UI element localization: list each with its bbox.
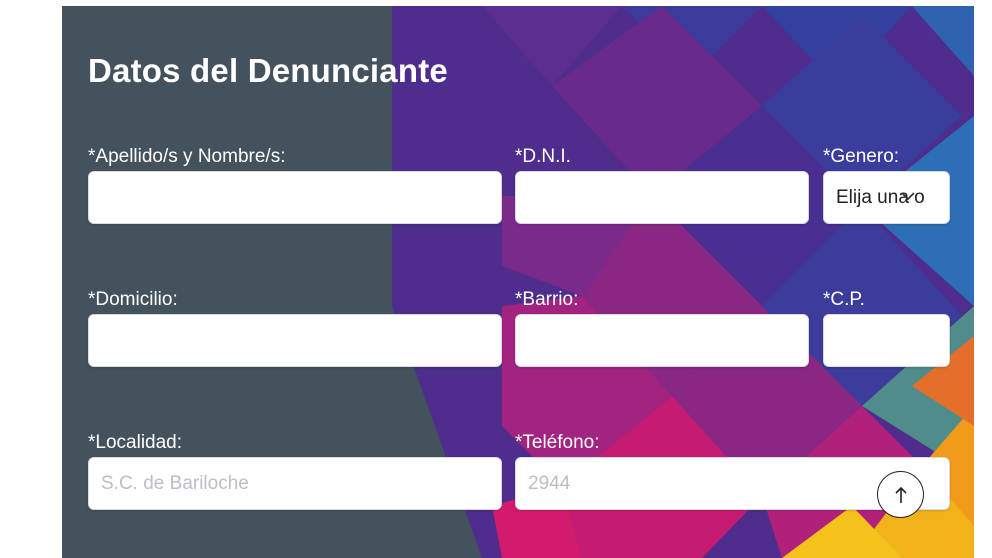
localidad-label: *Localidad: <box>88 432 183 453</box>
page-margin <box>974 0 992 558</box>
dni-label: *D.N.I. <box>515 146 571 167</box>
arrow-up-icon <box>894 486 907 503</box>
form-panel: Datos del Denunciante *Apellido/s y Nomb… <box>62 6 974 558</box>
apellido-input[interactable] <box>88 171 502 224</box>
chevron-down-icon <box>901 191 915 200</box>
genero-select[interactable]: Elija una o <box>823 171 950 224</box>
scroll-to-top-button[interactable] <box>877 471 924 518</box>
localidad-input[interactable]: S.C. de Bariloche <box>88 457 502 510</box>
cp-input[interactable] <box>823 314 950 367</box>
telefono-placeholder: 2944 <box>528 472 571 494</box>
localidad-placeholder: S.C. de Bariloche <box>101 472 249 494</box>
apellido-label: *Apellido/s y Nombre/s: <box>88 146 286 167</box>
barrio-label: *Barrio: <box>515 289 579 310</box>
domicilio-input[interactable] <box>88 314 502 367</box>
telefono-label: *Teléfono: <box>515 432 600 453</box>
form-title: Datos del Denunciante <box>88 52 448 89</box>
barrio-input[interactable] <box>515 314 809 367</box>
domicilio-label: *Domicilio: <box>88 289 178 310</box>
genero-label: *Genero: <box>823 146 900 167</box>
dni-input[interactable] <box>515 171 809 224</box>
cp-label: *C.P. <box>823 289 865 310</box>
